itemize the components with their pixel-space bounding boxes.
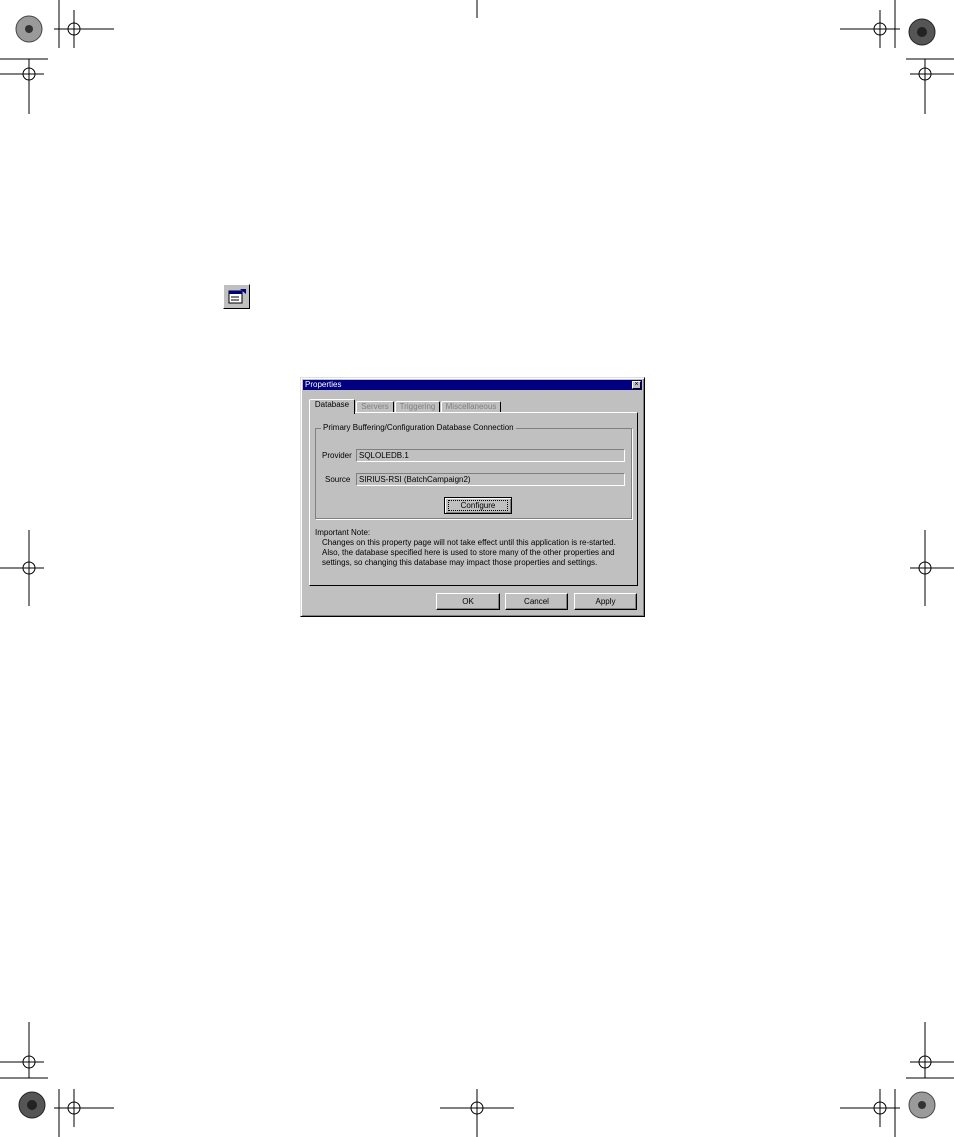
starburst-icon xyxy=(15,15,43,43)
crosshair-icon xyxy=(54,1089,114,1127)
cancel-button[interactable]: Cancel xyxy=(505,593,568,610)
starburst-icon xyxy=(908,1091,936,1119)
provider-field[interactable]: SQLOLEDB.1 xyxy=(356,449,625,462)
ok-button-label: OK xyxy=(462,597,474,606)
note-heading: Important Note: xyxy=(315,528,371,537)
apply-button-label: Apply xyxy=(595,597,616,606)
properties-icon[interactable] xyxy=(223,284,250,309)
crosshair-icon xyxy=(910,59,954,114)
group-title: Primary Buffering/Configuration Database… xyxy=(321,423,516,433)
dialog-title: Properties xyxy=(305,380,342,389)
source-field[interactable]: SIRIUS-RSI (BatchCampaign2) xyxy=(356,473,625,486)
apply-button[interactable]: Apply xyxy=(574,593,637,610)
ok-button[interactable]: OK xyxy=(436,593,500,610)
provider-value: SQLOLEDB.1 xyxy=(359,451,409,460)
tab-servers-label: Servers xyxy=(361,402,389,411)
crosshair-icon xyxy=(910,530,954,606)
starburst-icon xyxy=(908,18,936,46)
starburst-icon xyxy=(18,1091,46,1119)
configure-button[interactable]: Configure xyxy=(444,497,512,514)
note-line-2: Also, the database specified here is use… xyxy=(322,548,615,557)
crosshair-icon xyxy=(0,530,44,606)
provider-label: Provider xyxy=(322,451,352,460)
crosshair-icon xyxy=(54,10,114,48)
tab-miscellaneous-label: Miscellaneous xyxy=(445,402,497,411)
crosshair-icon xyxy=(910,1022,954,1078)
tab-triggering-label: Triggering xyxy=(399,402,436,411)
source-value: SIRIUS-RSI (BatchCampaign2) xyxy=(359,475,471,484)
tab-database[interactable]: Database xyxy=(309,399,355,414)
crosshair-icon xyxy=(440,1089,514,1137)
connection-groupbox: Primary Buffering/Configuration Database… xyxy=(315,423,632,519)
crosshair-icon xyxy=(0,59,44,114)
dialog-titlebar: Properties × xyxy=(303,380,642,390)
focus-ring xyxy=(448,500,508,511)
crosshair-icon xyxy=(840,10,900,48)
note-line-3: settings, so changing this database may … xyxy=(322,558,598,567)
crosshair-icon xyxy=(840,1089,900,1127)
note-line-1: Changes on this property page will not t… xyxy=(322,538,616,547)
database-tab-panel: Primary Buffering/Configuration Database… xyxy=(309,412,638,586)
close-icon[interactable]: × xyxy=(632,381,641,389)
crosshair-icon xyxy=(0,1022,44,1078)
tab-database-label: Database xyxy=(314,400,350,409)
properties-dialog: Properties × Database Servers Triggering… xyxy=(300,377,645,617)
source-label: Source xyxy=(325,475,351,484)
cancel-button-label: Cancel xyxy=(524,597,549,606)
